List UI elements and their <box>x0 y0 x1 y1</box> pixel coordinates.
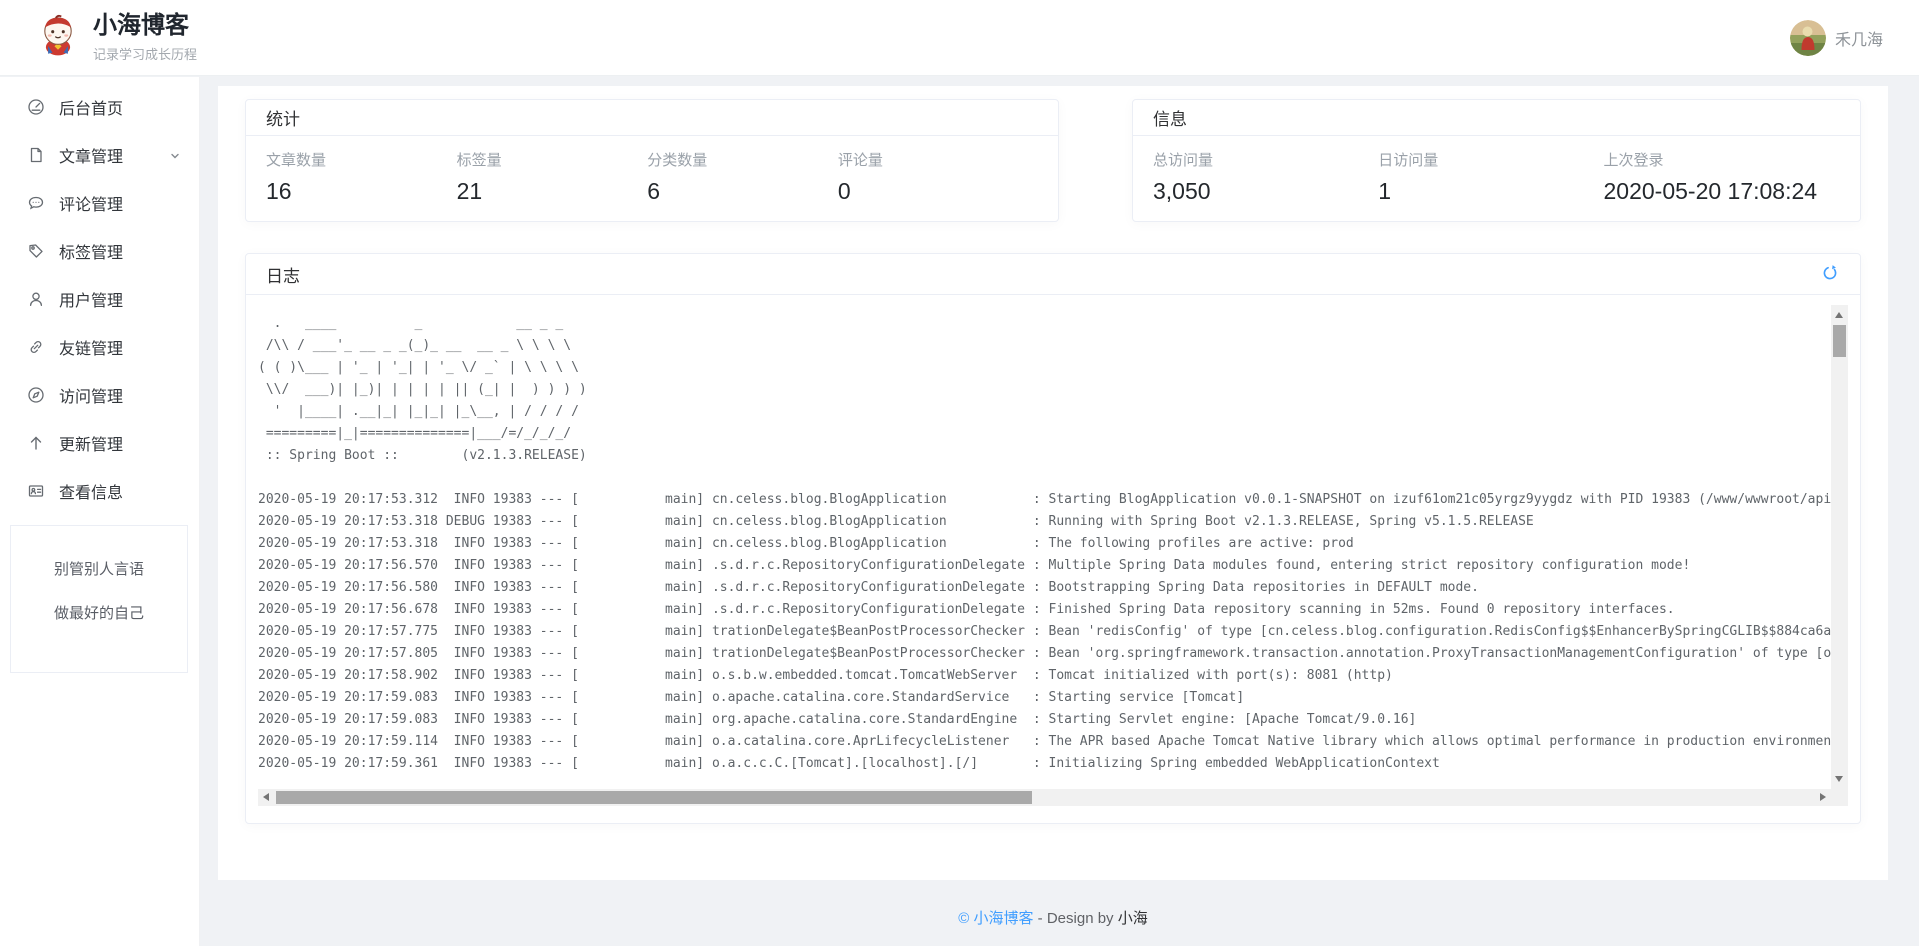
footer-site-link[interactable]: 小海博客 <box>974 910 1034 927</box>
stat-label: 上次登录 <box>1604 149 1841 170</box>
stat-articles: 文章数量 16 <box>266 149 457 205</box>
stat-tags: 标签量 21 <box>457 149 648 205</box>
refresh-icon <box>1821 264 1839 285</box>
comment-icon <box>27 194 45 212</box>
info-card-body: 总访问量 3,050 日访问量 1 上次登录 2020-05-20 17:08:… <box>1133 136 1860 205</box>
stat-value: 1 <box>1378 178 1603 205</box>
stat-comments: 评论量 0 <box>838 149 1038 205</box>
stat-value: 0 <box>838 178 1038 205</box>
sidebar-item-tags[interactable]: 标签管理 <box>0 227 199 275</box>
footer-copyright: © <box>958 910 973 927</box>
site-logo-icon <box>36 13 80 62</box>
log-viewer: . ____ _ __ _ _ /\\ / ___'_ __ _ _(_)_ _… <box>258 305 1848 806</box>
stat-daily-visits: 日访问量 1 <box>1378 149 1603 205</box>
refresh-button[interactable] <box>1820 264 1840 284</box>
log-card: 日志 . ____ _ __ _ _ /\\ / ___'_ __ _ _(_)… <box>245 253 1861 824</box>
info-card-header: 信息 <box>1133 100 1860 136</box>
stat-label: 标签量 <box>457 149 648 170</box>
log-card-title: 日志 <box>266 262 300 287</box>
stat-value: 16 <box>266 178 457 205</box>
sidebar: 后台首页 文章管理 <box>0 77 200 946</box>
log-lines: 2020-05-19 20:17:53.312 INFO 19383 --- [… <box>258 489 1831 775</box>
quote-line-1: 别管别人言语 <box>11 548 187 592</box>
quote-line-2: 做最好的自己 <box>11 592 187 636</box>
sidebar-item-users[interactable]: 用户管理 <box>0 275 199 323</box>
scroll-down-arrow[interactable] <box>1835 776 1843 782</box>
document-icon <box>27 146 45 164</box>
spring-boot-banner: . ____ _ __ _ _ /\\ / ___'_ __ _ _(_)_ _… <box>258 305 1831 467</box>
compass-icon <box>27 386 45 404</box>
summary-cards-row: 统计 文章数量 16 标签量 21 分类数量 6 <box>245 99 1861 222</box>
sidebar-item-updates[interactable]: 更新管理 <box>0 419 199 467</box>
log-card-header: 日志 <box>246 254 1860 295</box>
site-subtitle: 记录学习成长历程 <box>93 44 197 63</box>
dashboard-icon <box>27 98 45 116</box>
user-menu[interactable]: 禾几海 <box>1790 20 1883 56</box>
sidebar-quote-box: 别管别人言语 做最好的自己 <box>10 525 188 673</box>
stats-card: 统计 文章数量 16 标签量 21 分类数量 6 <box>245 99 1059 222</box>
stat-total-visits: 总访问量 3,050 <box>1153 149 1378 205</box>
sidebar-item-label: 更新管理 <box>59 431 181 455</box>
info-card: 信息 总访问量 3,050 日访问量 1 上次登录 2020-05-20 17:… <box>1132 99 1861 222</box>
up-arrow-icon <box>27 434 45 452</box>
vertical-scroll-thumb[interactable] <box>1833 325 1846 357</box>
sidebar-item-links[interactable]: 友链管理 <box>0 323 199 371</box>
sidebar-item-label: 后台首页 <box>59 95 181 119</box>
stat-value: 3,050 <box>1153 178 1378 205</box>
user-icon <box>27 290 45 308</box>
stat-last-login: 上次登录 2020-05-20 17:08:24 <box>1604 149 1841 205</box>
stats-card-header: 统计 <box>246 100 1058 136</box>
stat-label: 总访问量 <box>1153 149 1378 170</box>
vertical-scrollbar[interactable] <box>1831 305 1848 789</box>
main-content: 统计 文章数量 16 标签量 21 分类数量 6 <box>218 86 1888 880</box>
stat-value: 6 <box>647 178 838 205</box>
stat-label: 日访问量 <box>1378 149 1603 170</box>
scroll-right-arrow[interactable] <box>1820 793 1826 801</box>
stats-card-body: 文章数量 16 标签量 21 分类数量 6 评论量 0 <box>246 136 1058 205</box>
horizontal-scroll-thumb[interactable] <box>276 791 1032 804</box>
stat-label: 分类数量 <box>647 149 838 170</box>
site-logo-block[interactable]: 小海博客 记录学习成长历程 <box>36 12 197 64</box>
sidebar-item-label: 标签管理 <box>59 239 181 263</box>
username: 禾几海 <box>1835 26 1883 50</box>
stats-card-title: 统计 <box>266 105 300 130</box>
admin-dashboard-page: 小海博客 记录学习成长历程 禾几海 <box>0 0 1919 946</box>
idcard-icon <box>27 482 45 500</box>
horizontal-scrollbar[interactable] <box>258 789 1831 806</box>
sidebar-item-label: 查看信息 <box>59 479 181 503</box>
sidebar-item-dashboard[interactable]: 后台首页 <box>0 83 199 131</box>
footer-separator: - Design by <box>1034 910 1118 927</box>
sidebar-item-label: 文章管理 <box>59 143 169 167</box>
sidebar-item-comments[interactable]: 评论管理 <box>0 179 199 227</box>
chevron-down-icon <box>169 149 181 161</box>
stat-value: 2020-05-20 17:08:24 <box>1604 178 1841 205</box>
sidebar-item-label: 访问管理 <box>59 383 181 407</box>
site-title: 小海博客 <box>93 12 197 41</box>
user-avatar[interactable] <box>1790 20 1826 56</box>
sidebar-item-visits[interactable]: 访问管理 <box>0 371 199 419</box>
link-icon <box>27 338 45 356</box>
page-footer: © 小海博客 - Design by 小海 <box>218 880 1888 928</box>
stat-label: 文章数量 <box>266 149 457 170</box>
site-title-block: 小海博客 记录学习成长历程 <box>93 12 197 64</box>
info-card-title: 信息 <box>1153 105 1187 130</box>
stat-value: 21 <box>457 178 648 205</box>
sidebar-item-label: 用户管理 <box>59 287 181 311</box>
sidebar-item-info[interactable]: 查看信息 <box>0 467 199 515</box>
footer-author: 小海 <box>1118 910 1148 927</box>
sidebar-item-label: 评论管理 <box>59 191 181 215</box>
sidebar-item-label: 友链管理 <box>59 335 181 359</box>
sidebar-item-articles[interactable]: 文章管理 <box>0 131 199 179</box>
stat-categories: 分类数量 6 <box>647 149 838 205</box>
scrollbar-corner <box>1831 789 1848 806</box>
top-header: 小海博客 记录学习成长历程 禾几海 <box>0 0 1919 76</box>
log-scroll-area[interactable]: . ____ _ __ _ _ /\\ / ___'_ __ _ _(_)_ _… <box>258 305 1831 789</box>
scroll-up-arrow[interactable] <box>1835 312 1843 318</box>
stat-label: 评论量 <box>838 149 1038 170</box>
scroll-left-arrow[interactable] <box>263 793 269 801</box>
tag-icon <box>27 242 45 260</box>
